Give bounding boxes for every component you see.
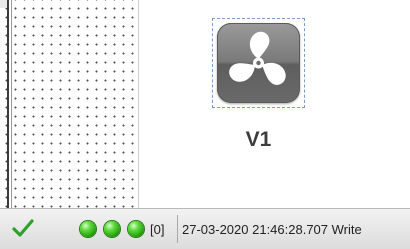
- fan-icon[interactable]: [217, 23, 300, 103]
- status-led-1: [80, 221, 96, 237]
- fan-component-selection[interactable]: [212, 18, 305, 108]
- component-label: V1: [245, 128, 272, 151]
- status-message: 27-03-2020 21:46:28.707 Write: [182, 222, 362, 237]
- fan-glyph: [229, 31, 286, 85]
- status-bar: [0] 27-03-2020 21:46:28.707 Write: [0, 208, 410, 249]
- checkmark-icon: [12, 219, 34, 237]
- statusbar-divider: [177, 215, 178, 243]
- error-counter: [0]: [150, 222, 165, 237]
- design-grid-panel[interactable]: [0, 0, 139, 208]
- grid-left-border: [7, 0, 12, 208]
- status-led-3: [128, 221, 144, 237]
- status-led-2: [104, 221, 120, 237]
